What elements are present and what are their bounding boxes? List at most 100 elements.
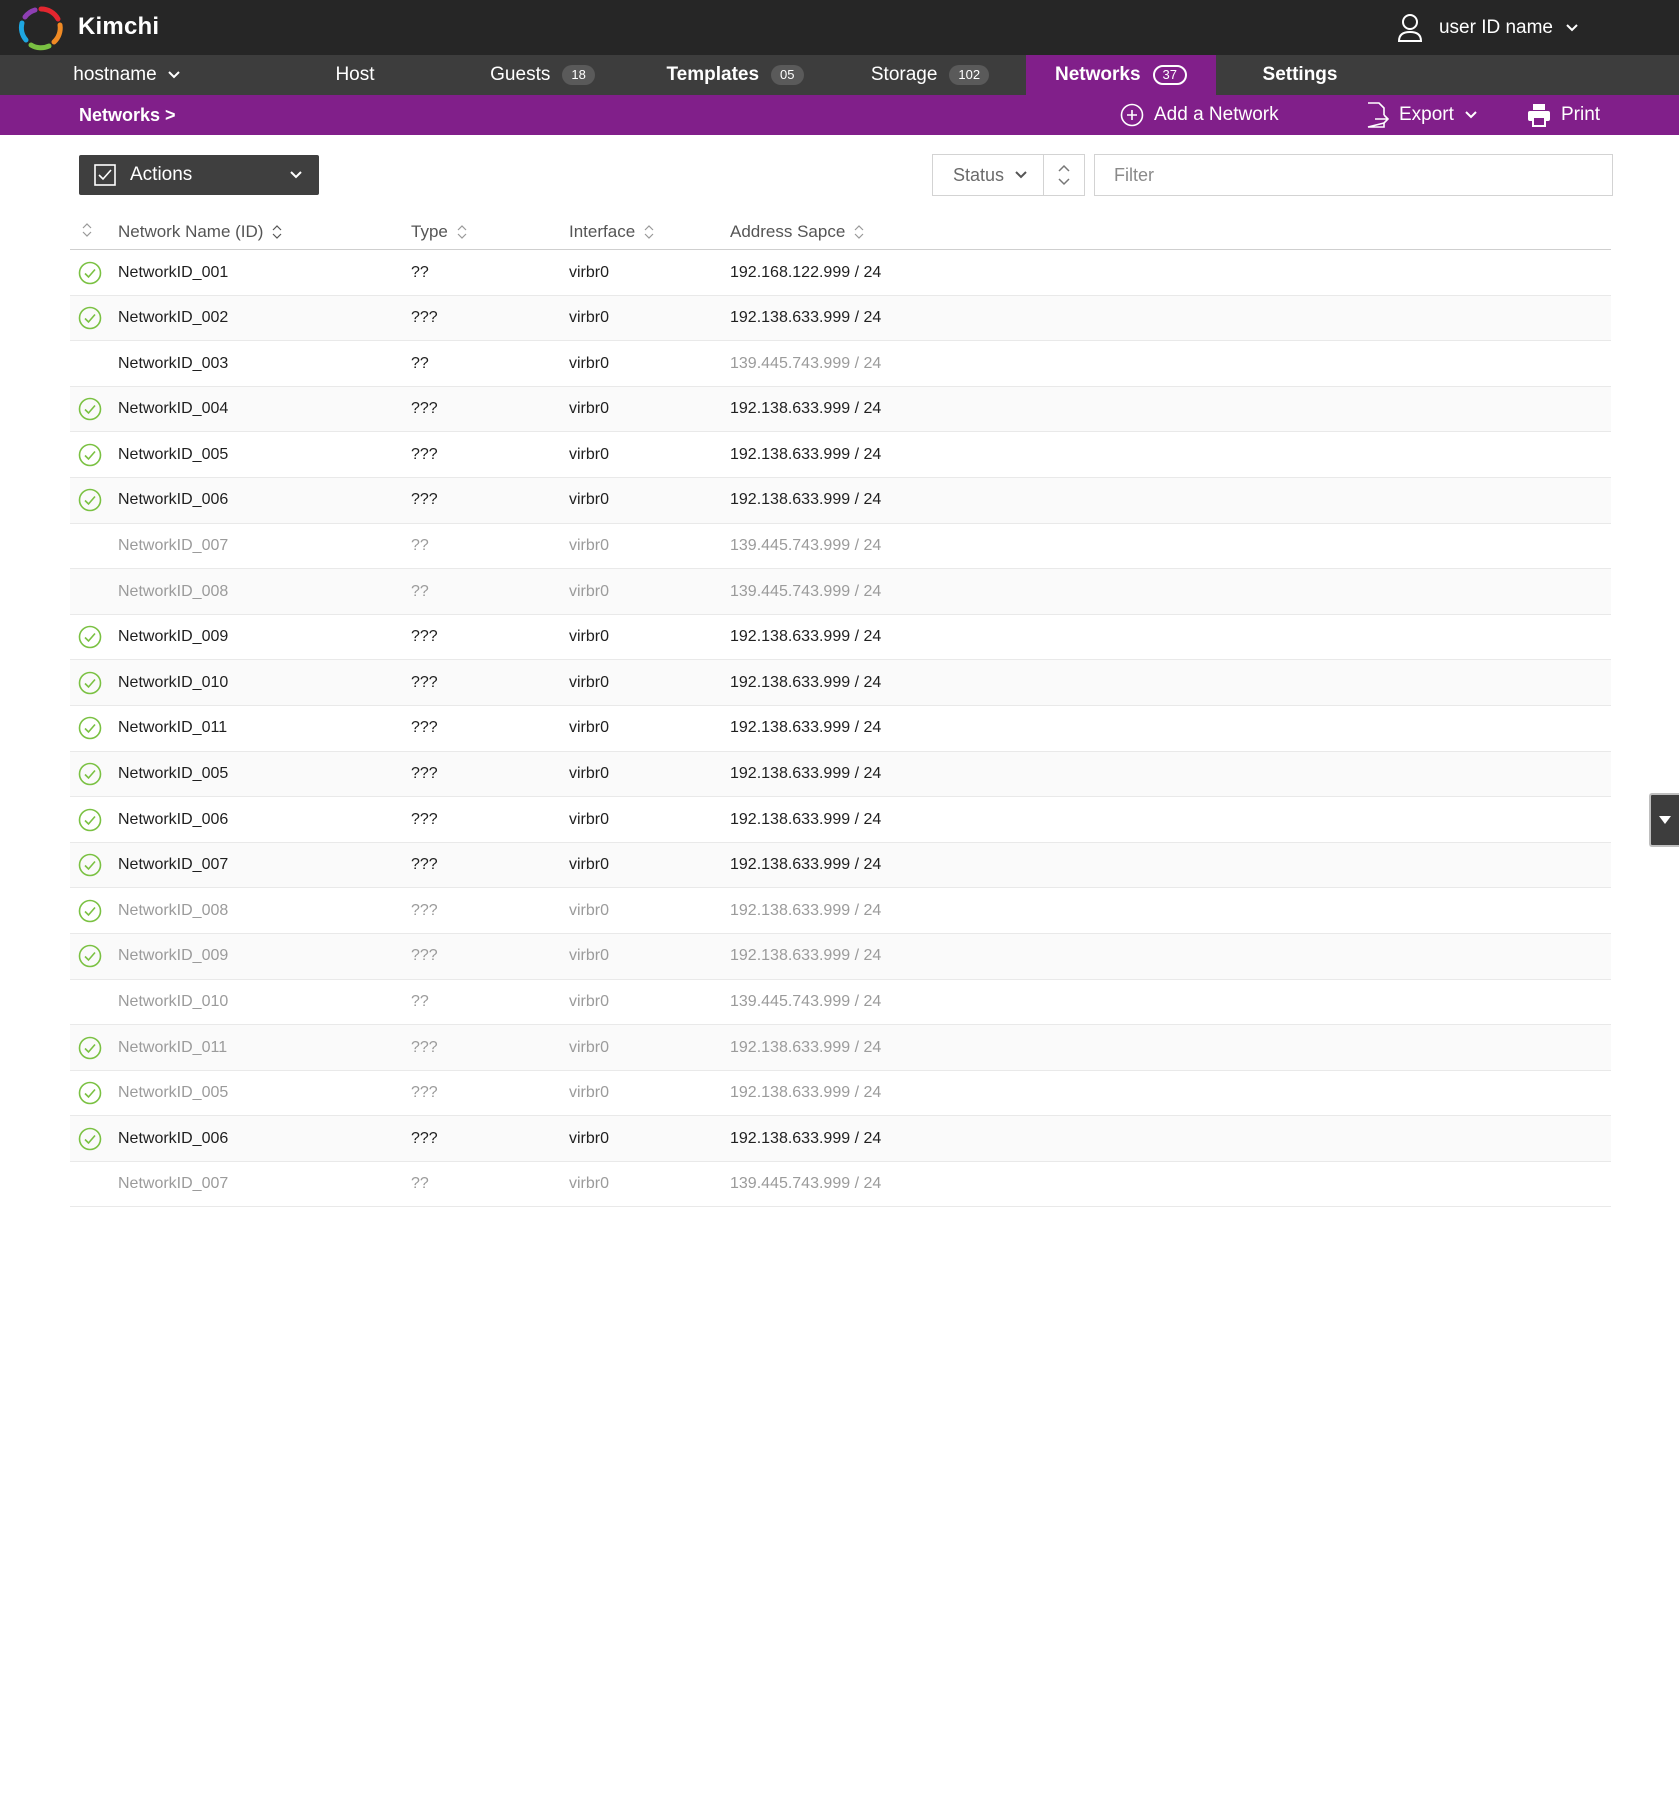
network-name-cell: NetworkID_006: [118, 1129, 229, 1147]
sort-icon: [82, 223, 92, 237]
interface-cell: virbr0: [569, 901, 610, 919]
table-row[interactable]: NetworkID_007?? virbr0 139.445.743.999 / 2…: [70, 1162, 1611, 1208]
row-status-cell: [78, 888, 102, 933]
column-header-name[interactable]: Network Name (ID): [118, 222, 282, 242]
table-row[interactable]: NetworkID_010?? virbr0 139.445.743.999 / 2…: [70, 980, 1611, 1026]
table-row[interactable]: NetworkID_011??? virbr0 192.138.633.999 / …: [70, 706, 1611, 752]
address-cell: 139.445.743.999 / 24: [730, 1175, 882, 1193]
table-row[interactable]: NetworkID_008?? virbr0 139.445.743.999 / 2…: [70, 569, 1611, 615]
type-cell: ???: [411, 491, 438, 509]
check-circle-icon: [78, 1081, 102, 1105]
type-cell: ???: [411, 1084, 438, 1102]
type-cell: ???: [411, 1129, 438, 1147]
row-status-cell: [78, 432, 102, 477]
filter-input[interactable]: [1094, 154, 1613, 196]
address-cell: 139.445.743.999 / 24: [730, 354, 882, 372]
tab-networks[interactable]: Networks 37: [1026, 55, 1216, 95]
network-name-cell: NetworkID_007: [118, 1175, 229, 1193]
column-header-type[interactable]: Type: [411, 222, 467, 242]
table-row[interactable]: NetworkID_009??? virbr0 192.138.633.999 / …: [70, 615, 1611, 661]
interface-cell: virbr0: [569, 354, 610, 372]
address-cell: 192.138.633.999 / 24: [730, 765, 882, 783]
row-status-cell: [78, 843, 102, 888]
check-circle-icon: [78, 443, 102, 467]
tab-storage[interactable]: Storage 102: [860, 55, 1000, 95]
row-status-cell: [78, 524, 102, 569]
table-row[interactable]: NetworkID_005??? virbr0 192.138.633.999 / …: [70, 432, 1611, 478]
sort-order-toggle[interactable]: [1043, 154, 1085, 196]
row-status-cell: [78, 752, 102, 797]
print-button[interactable]: Print: [1527, 95, 1600, 135]
kimchi-logo-icon[interactable]: [18, 5, 64, 51]
table-row[interactable]: NetworkID_007??? virbr0 192.138.633.999 / …: [70, 842, 1611, 889]
check-circle-icon: [78, 671, 102, 695]
host-selector[interactable]: hostname: [62, 55, 192, 95]
type-cell: ??: [411, 354, 429, 372]
check-circle-icon: [78, 261, 102, 284]
interface-cell: virbr0: [569, 673, 610, 691]
export-button[interactable]: Export: [1365, 95, 1478, 135]
count-badge: 37: [1152, 65, 1187, 85]
network-name-cell: NetworkID_006: [118, 491, 229, 509]
app-title: Kimchi: [78, 13, 160, 40]
interface-cell: virbr0: [569, 856, 610, 874]
table-row[interactable]: NetworkID_008??? virbr0 192.138.633.999 / …: [70, 888, 1611, 934]
tab-templates[interactable]: Templates 05: [660, 55, 810, 95]
table-row[interactable]: NetworkID_001?? virbr0 192.168.122.999 / 2…: [70, 250, 1611, 296]
address-cell: 192.138.633.999 / 24: [730, 445, 882, 463]
interface-cell: virbr0: [569, 582, 610, 600]
tab-host[interactable]: Host: [305, 55, 405, 95]
type-cell: ???: [411, 765, 438, 783]
column-header-label: Interface: [569, 222, 636, 241]
table-row[interactable]: NetworkID_007?? virbr0 139.445.743.999 / 2…: [70, 524, 1611, 570]
table-row[interactable]: NetworkID_010??? virbr0 192.138.633.999 / …: [70, 660, 1611, 706]
checkbox-icon: [94, 164, 116, 186]
table-row[interactable]: NetworkID_006??? virbr0 192.138.633.999 / …: [70, 797, 1611, 843]
tab-guests[interactable]: Guests 18: [480, 55, 605, 95]
table-row[interactable]: NetworkID_006??? virbr0 192.138.633.999 / …: [70, 1116, 1611, 1162]
status-column-sort[interactable]: [78, 222, 92, 238]
user-menu[interactable]: user ID name: [1397, 10, 1579, 46]
sort-icon: [457, 225, 467, 239]
table-row[interactable]: NetworkID_009??? virbr0 192.138.633.999 / …: [70, 933, 1611, 980]
printer-icon: [1528, 104, 1550, 127]
table-row[interactable]: NetworkID_004??? virbr0 192.138.633.999 / …: [70, 386, 1611, 433]
network-name-cell: NetworkID_004: [118, 400, 229, 418]
column-header-address[interactable]: Address Sapce: [730, 222, 864, 242]
row-status-cell: [78, 934, 102, 979]
table-row[interactable]: NetworkID_011??? virbr0 192.138.633.999 / …: [70, 1025, 1611, 1071]
column-header-interface[interactable]: Interface: [569, 222, 654, 242]
plus-circle-icon: [1120, 103, 1144, 127]
interface-cell: virbr0: [569, 445, 610, 463]
row-status-cell: [78, 1162, 102, 1207]
interface-cell: virbr0: [569, 810, 610, 828]
add-network-button[interactable]: Add a Network: [1120, 95, 1279, 135]
tab-settings[interactable]: Settings: [1250, 55, 1350, 95]
type-cell: ??: [411, 537, 429, 555]
table-row[interactable]: NetworkID_003?? virbr0 139.445.743.999 / 2…: [70, 341, 1611, 387]
actions-dropdown[interactable]: Actions: [79, 155, 319, 195]
table-row[interactable]: NetworkID_005??? virbr0 192.138.633.999 / …: [70, 1071, 1611, 1117]
row-status-cell: [78, 706, 102, 751]
user-icon: [1397, 14, 1422, 42]
table-row[interactable]: NetworkID_005??? virbr0 192.138.633.999 / …: [70, 751, 1611, 798]
check-circle-icon: [78, 899, 102, 923]
chevron-down-icon: [1566, 24, 1578, 32]
scroll-down-handle[interactable]: [1649, 793, 1679, 847]
address-cell: 192.138.633.999 / 24: [730, 491, 882, 509]
interface-cell: virbr0: [569, 537, 610, 555]
address-cell: 192.138.633.999 / 24: [730, 1038, 882, 1056]
column-header-label: Address Sapce: [730, 222, 846, 241]
type-cell: ???: [411, 856, 438, 874]
type-cell: ???: [411, 719, 438, 737]
table-row[interactable]: NetworkID_002??? virbr0 192.138.633.999 / …: [70, 295, 1611, 342]
table-body: NetworkID_001?? virbr0 192.168.122.999 / 2…: [70, 250, 1611, 1208]
table-row[interactable]: NetworkID_006??? virbr0 192.138.633.999 / …: [70, 477, 1611, 524]
row-status-cell: [78, 797, 102, 842]
row-status-cell: [78, 1071, 102, 1116]
type-cell: ???: [411, 947, 438, 965]
type-cell: ???: [411, 901, 438, 919]
breadcrumb[interactable]: Networks >: [79, 95, 176, 135]
network-name-cell: NetworkID_011: [118, 719, 228, 737]
check-circle-icon: [78, 1036, 102, 1059]
